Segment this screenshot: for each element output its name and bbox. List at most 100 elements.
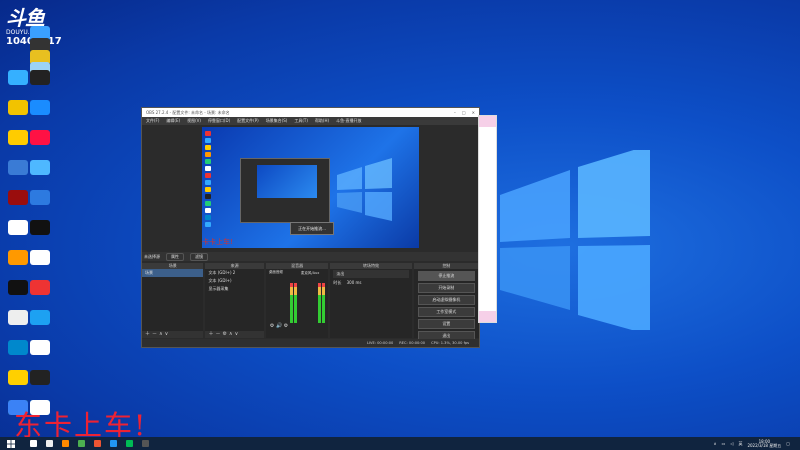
notification-icon[interactable]: ▢: [786, 441, 790, 446]
network-icon[interactable]: ▭: [722, 441, 726, 446]
desktop-app-icon[interactable]: [30, 280, 50, 295]
status-bar: LIVE: 00:00:00 REC: 00:00:00 CPU: 1.3%, …: [142, 339, 479, 347]
desktop-app-icon[interactable]: [8, 130, 28, 145]
desktop-app-icon[interactable]: [8, 220, 28, 235]
menu-file[interactable]: 文件(F): [146, 118, 159, 124]
desktop-app-icon[interactable]: [8, 370, 28, 385]
taskbar-app-icon[interactable]: [142, 440, 149, 447]
windows-start-icon[interactable]: [6, 439, 16, 448]
taskbar-app-icon[interactable]: [62, 440, 69, 447]
desktop-app-icon[interactable]: [8, 100, 28, 115]
desktop-app-icon[interactable]: [8, 250, 28, 265]
ime-icon[interactable]: 英: [738, 441, 742, 447]
preview-canvas[interactable]: 正在开始推流... 卡卡上车!: [202, 127, 419, 248]
source-toolbar: 未选择源 属性 滤镜: [142, 252, 481, 261]
obs-menubar: 文件(F) 编辑(E) 视图(V) 停靠窗口(D) 配置文件(P) 场景集合(S…: [142, 117, 479, 125]
stop-streaming-button[interactable]: 停止推流: [417, 271, 476, 281]
obs-title: OBS 27.2.4 - 配置文件: 未命名 - 场景: 未命名: [146, 109, 230, 115]
desktop-app-icon[interactable]: [8, 70, 28, 85]
live-time: LIVE: 00:00:00: [366, 341, 394, 345]
taskbar-app-icon[interactable]: [94, 440, 101, 447]
clock-date: 2022/3/18 星期五: [747, 442, 782, 448]
desktop-app-icon[interactable]: [30, 190, 50, 205]
desktop-app-icon[interactable]: [8, 280, 28, 295]
scenes-dock: 场景 场景 ＋－∧∨: [142, 263, 204, 338]
source-item[interactable]: 文本 (GDI+): [205, 277, 263, 285]
obs-titlebar: OBS 27.2.4 - 配置文件: 未命名 - 场景: 未命名 – □ ✕: [142, 108, 479, 117]
obs-window: OBS 27.2.4 - 配置文件: 未命名 - 场景: 未命名 – □ ✕ 文…: [141, 107, 481, 348]
transitions-title: 转场特效: [330, 263, 412, 269]
audio-meter: [321, 283, 325, 323]
taskbar: ∧ ▭ ◁ 英 18:00 2022/3/18 星期五 ▢: [0, 437, 800, 450]
desktop: { "watermark": { "logo": "斗鱼", "site": "…: [0, 0, 800, 450]
desktop-app-icon[interactable]: [8, 340, 28, 355]
desktop-app-icon[interactable]: [30, 370, 50, 385]
desktop-app-icon[interactable]: [30, 220, 50, 235]
studio-mode-button[interactable]: 工作室模式: [417, 307, 476, 317]
clock[interactable]: 18:00 2022/3/18 星期五: [747, 439, 782, 448]
settings-button[interactable]: 设置: [417, 319, 476, 329]
preview-icon-column: [205, 131, 217, 241]
desktop-app-icon[interactable]: [30, 250, 50, 265]
desktop-app-icon[interactable]: [30, 340, 50, 355]
scene-item[interactable]: 场景: [142, 269, 204, 277]
background-window[interactable]: [478, 115, 497, 323]
background-window-header: [479, 116, 496, 127]
windows-logo-wallpaper: [500, 150, 650, 330]
volume-icon[interactable]: ◁: [730, 441, 733, 446]
preview-desktop-capture: 正在开始推流...: [202, 127, 419, 248]
desktop-app-icon[interactable]: [30, 100, 50, 115]
preview-caption: 卡卡上车!: [202, 238, 233, 246]
controls-dock: 控制 停止推流 开始录制 启动虚拟摄像机 工作室模式 设置 退出: [413, 263, 480, 341]
taskbar-app-icon[interactable]: [126, 440, 133, 447]
taskbar-app-icon[interactable]: [78, 440, 85, 447]
desktop-app-icon[interactable]: [8, 310, 28, 325]
taskbar-app-icon[interactable]: [30, 440, 37, 447]
menu-profile[interactable]: 配置文件(P): [237, 118, 259, 124]
rec-time: REC: 00:00:00: [399, 341, 426, 345]
mixer-controls[interactable]: ⚙ 🔊 ⚙: [270, 323, 288, 329]
tray-up-icon[interactable]: ∧: [714, 441, 717, 446]
obs-docks: 场景 场景 ＋－∧∨ 来源 文本 (GDI+) 2 文本 (GDI+) 显示器采…: [142, 263, 480, 341]
transition-duration[interactable]: 时长 300 ms: [330, 279, 411, 287]
duration-value: 300 ms: [346, 280, 362, 285]
desktop-app-icon[interactable]: [30, 160, 50, 175]
source-item[interactable]: 显示器采集: [205, 285, 263, 293]
desktop-app-icon[interactable]: [30, 130, 50, 145]
transition-select[interactable]: 淡出: [333, 270, 409, 278]
scenes-toolbar[interactable]: ＋－∧∨: [142, 331, 204, 338]
desktop-app-icon[interactable]: [8, 190, 28, 205]
source-item[interactable]: 文本 (GDI+) 2: [205, 269, 263, 277]
taskbar-app-icon[interactable]: [110, 440, 117, 447]
menu-docks[interactable]: 停靠窗口(D): [208, 118, 230, 124]
transitions-dock: 转场特效 淡出 时长 300 ms: [330, 263, 412, 338]
close-icon[interactable]: ✕: [472, 110, 475, 115]
virtual-camera-button[interactable]: 启动虚拟摄像机: [417, 295, 476, 305]
audio-meter: [289, 283, 293, 323]
menu-tools[interactable]: 工具(T): [294, 118, 308, 124]
filters-button[interactable]: 滤镜: [190, 252, 208, 261]
mixer-channel: 麦克风/Aux: [300, 271, 320, 275]
menu-help[interactable]: 帮助(H): [315, 118, 329, 124]
desktop-app-icon[interactable]: [30, 70, 50, 85]
sources-toolbar[interactable]: ＋－⚙∧∨: [205, 331, 264, 338]
controls-title: 控制: [413, 263, 480, 269]
desktop-app-icon[interactable]: [30, 310, 50, 325]
minimize-icon[interactable]: –: [454, 110, 456, 115]
maximize-icon[interactable]: □: [462, 110, 466, 115]
preview-nested-obs: [240, 158, 330, 223]
audio-meter: [317, 283, 321, 323]
duration-label: 时长: [333, 280, 342, 285]
preview-nested-screen: [257, 165, 317, 198]
taskbar-app-icon[interactable]: [46, 440, 53, 447]
properties-button[interactable]: 属性: [166, 252, 184, 261]
system-tray: ∧ ▭ ◁ 英 18:00 2022/3/18 星期五 ▢: [714, 439, 800, 448]
desktop-app-icon[interactable]: [8, 160, 28, 175]
menu-view[interactable]: 视图(V): [187, 118, 201, 124]
menu-edit[interactable]: 编辑(E): [166, 118, 180, 124]
menu-douyu[interactable]: 斗鱼-直播开放: [336, 118, 361, 124]
taskbar-apps: [30, 440, 149, 447]
cpu-fps: CPU: 1.3%, 30.00 fps: [431, 341, 469, 345]
menu-scene-collection[interactable]: 场景集合(S): [266, 118, 288, 124]
start-recording-button[interactable]: 开始录制: [417, 283, 476, 293]
